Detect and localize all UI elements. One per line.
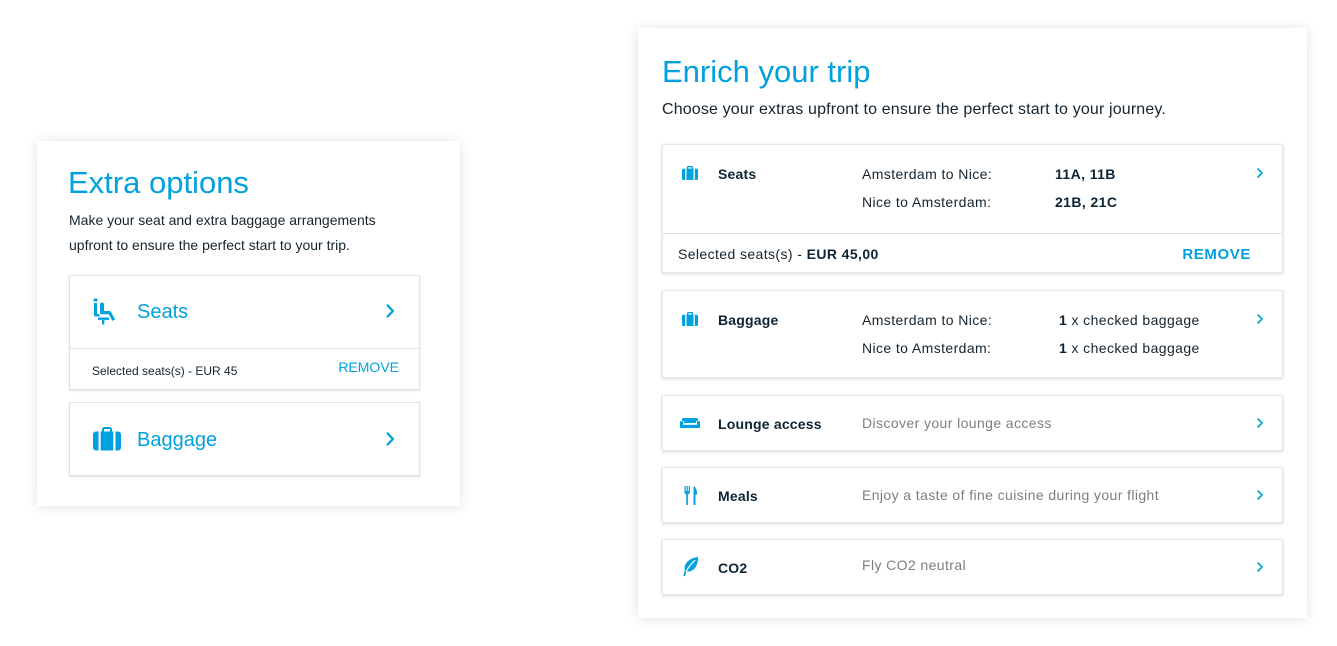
baggage-unit: x checked baggage bbox=[1067, 312, 1200, 328]
panel-subtitle: Choose your extras upfront to ensure the… bbox=[662, 101, 1166, 118]
meals-label: Meals bbox=[718, 488, 758, 504]
baggage-label: Baggage bbox=[718, 312, 779, 328]
baggage-count: 1 bbox=[1059, 340, 1068, 356]
route-label: Amsterdam to Nice: bbox=[862, 312, 993, 328]
seats-label: Seats bbox=[137, 301, 189, 323]
leaf-icon bbox=[683, 557, 699, 577]
baggage-amount: 1 x checked baggage bbox=[1059, 311, 1200, 329]
co2-label: CO2 bbox=[718, 560, 748, 576]
selected-seats-summary: Selected seats(s) - EUR 45 bbox=[92, 364, 238, 378]
seats-label: Seats bbox=[718, 166, 757, 182]
selected-seats-amount: EUR 45,00 bbox=[806, 246, 879, 262]
baggage-label: Baggage bbox=[137, 429, 218, 451]
suitcase-icon bbox=[93, 427, 121, 451]
seats-extra-card[interactable]: Seats Amsterdam to Nice: 11A, 11B Nice t… bbox=[662, 144, 1283, 273]
route-label: Amsterdam to Nice: bbox=[862, 166, 993, 182]
chevron-right-icon[interactable] bbox=[386, 304, 395, 318]
fork-knife-icon bbox=[684, 486, 698, 505]
route-label: Nice to Amsterdam: bbox=[862, 194, 992, 210]
baggage-count: 1 bbox=[1059, 312, 1068, 328]
panel-title: Extra options bbox=[68, 165, 249, 200]
chevron-right-icon[interactable] bbox=[1257, 168, 1263, 178]
suitcase-icon bbox=[682, 166, 698, 180]
card-divider bbox=[663, 233, 1282, 234]
meals-description: Enjoy a taste of fine cuisine during you… bbox=[862, 487, 1160, 503]
selected-seats-summary: Selected seats(s) - EUR 45,00 bbox=[678, 245, 879, 263]
seats-option-card[interactable]: Seats Selected seats(s) - EUR 45 REMOVE bbox=[69, 275, 420, 390]
seat-numbers: 21B, 21C bbox=[1055, 194, 1118, 210]
chevron-right-icon[interactable] bbox=[1257, 418, 1263, 428]
enrich-trip-panel: Enrich your trip Choose your extras upfr… bbox=[638, 28, 1307, 618]
remove-seats-button[interactable]: REMOVE bbox=[338, 358, 399, 376]
lounge-extra-card[interactable]: Lounge access Discover your lounge acces… bbox=[662, 395, 1283, 451]
co2-description: Fly CO2 neutral bbox=[862, 557, 967, 573]
seat-numbers: 11A, 11B bbox=[1055, 166, 1116, 182]
chevron-right-icon[interactable] bbox=[386, 432, 395, 446]
sofa-icon bbox=[680, 418, 700, 429]
route-label: Nice to Amsterdam: bbox=[862, 340, 992, 356]
remove-seats-button[interactable]: REMOVE bbox=[1182, 245, 1251, 265]
baggage-unit: x checked baggage bbox=[1067, 340, 1200, 356]
card-divider bbox=[70, 348, 419, 349]
extra-options-panel: Extra options Make your seat and extra b… bbox=[37, 141, 460, 506]
co2-extra-card[interactable]: CO2 Fly CO2 neutral bbox=[662, 539, 1283, 595]
suitcase-icon bbox=[682, 312, 698, 326]
lounge-description: Discover your lounge access bbox=[862, 415, 1052, 431]
lounge-label: Lounge access bbox=[718, 416, 822, 432]
seat-icon bbox=[93, 298, 117, 325]
panel-description: Make your seat and extra baggage arrange… bbox=[69, 212, 376, 253]
baggage-extra-card[interactable]: Baggage Amsterdam to Nice: 1 x checked b… bbox=[662, 290, 1283, 378]
panel-title: Enrich your trip bbox=[662, 54, 871, 89]
selected-seats-prefix: Selected seats(s) - bbox=[678, 246, 807, 262]
chevron-right-icon[interactable] bbox=[1257, 314, 1263, 324]
baggage-amount: 1 x checked baggage bbox=[1059, 339, 1200, 357]
chevron-right-icon[interactable] bbox=[1257, 490, 1263, 500]
chevron-right-icon[interactable] bbox=[1257, 562, 1263, 572]
meals-extra-card[interactable]: Meals Enjoy a taste of fine cuisine duri… bbox=[662, 467, 1283, 523]
baggage-option-card[interactable]: Baggage bbox=[69, 402, 420, 476]
